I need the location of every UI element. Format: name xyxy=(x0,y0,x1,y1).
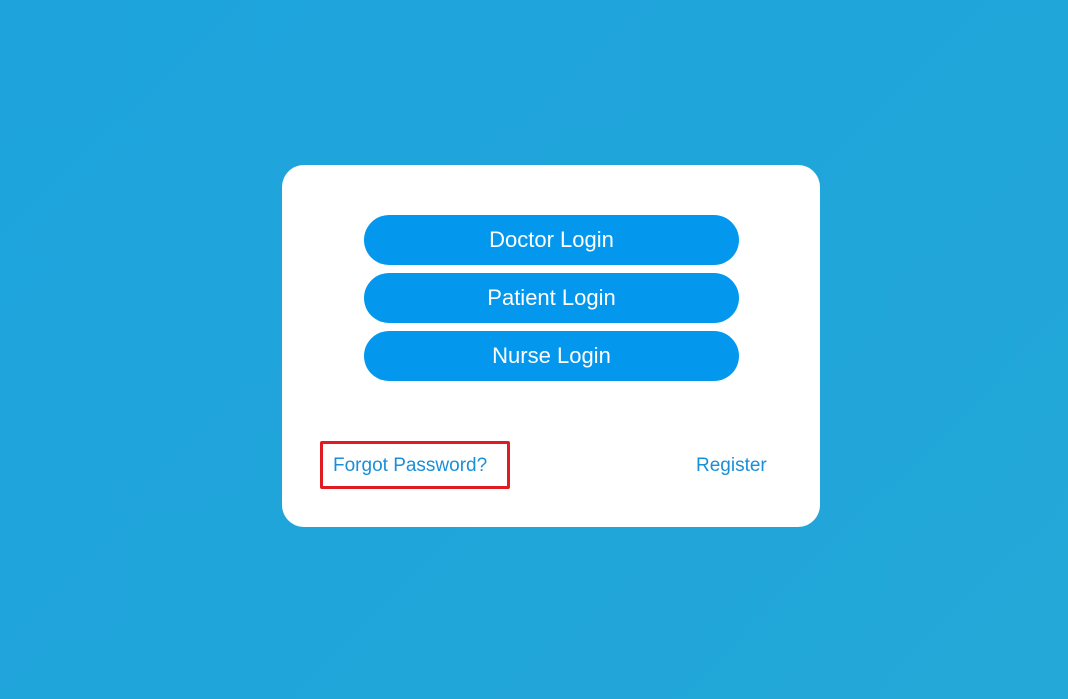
patient-login-button[interactable]: Patient Login xyxy=(364,273,739,323)
register-link[interactable]: Register xyxy=(696,453,767,479)
login-card: Doctor Login Patient Login Nurse Login F… xyxy=(282,165,820,527)
login-button-group: Doctor Login Patient Login Nurse Login xyxy=(364,215,739,389)
page-background: { "login_card": { "buttons": [ {"label":… xyxy=(0,0,1068,699)
nurse-login-button[interactable]: Nurse Login xyxy=(364,331,739,381)
doctor-login-button[interactable]: Doctor Login xyxy=(364,215,739,265)
forgot-password-link[interactable]: Forgot Password? xyxy=(333,453,487,479)
